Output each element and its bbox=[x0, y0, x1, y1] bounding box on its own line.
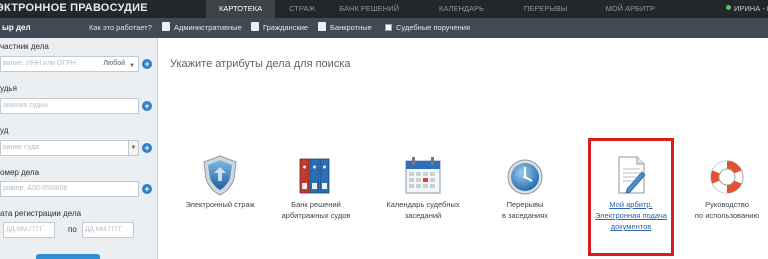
chevron-down-icon: ▼ bbox=[129, 63, 135, 69]
how-it-works-link[interactable]: Как это работает? bbox=[89, 18, 152, 38]
filter-bar: ыр дел Как это работает? Административны… bbox=[0, 18, 768, 38]
search-sidebar: частник дела вание, ИНН или ОГРН Любой ▼… bbox=[0, 38, 158, 259]
tile-caption-line: Руководство bbox=[705, 200, 749, 209]
add-judge-button[interactable]: + bbox=[142, 101, 152, 111]
page-title: Укажите атрибуты дела для поиска bbox=[170, 58, 351, 70]
tile-breaks[interactable]: Перерывы в заседаниях bbox=[470, 145, 580, 235]
tile-caption-line: Банк решений bbox=[291, 200, 341, 209]
add-case-number-button[interactable]: + bbox=[142, 184, 152, 194]
judge-input[interactable]: амилия судьи bbox=[0, 98, 139, 114]
court-select[interactable]: вание суда ▼ bbox=[0, 140, 139, 156]
nav-bank-resheniy[interactable]: БАНК РЕШЕНИЙ bbox=[339, 0, 399, 18]
participant-type-select[interactable]: Любой bbox=[103, 57, 125, 71]
lifebuoy-icon bbox=[710, 160, 744, 194]
top-header: ЭКТРОННОЕ ПРАВОСУДИЕ КАРТОТЕКА СТРАЖ БАН… bbox=[0, 0, 768, 18]
nav-strazh[interactable]: СТРАЖ bbox=[289, 0, 315, 18]
case-number-input[interactable]: ример, А50-5568/08 bbox=[0, 181, 139, 197]
highlight-box bbox=[588, 138, 674, 256]
filter-administrative[interactable]: Административные bbox=[162, 18, 242, 38]
user-menu[interactable]: ИРИНА - В bbox=[726, 0, 768, 18]
date-from-input[interactable]: ДД.ММ.ГГГГ bbox=[3, 222, 55, 238]
tile-decisions-bank[interactable]: Банк решений арбитражных судов bbox=[261, 145, 371, 235]
checkbox[interactable] bbox=[385, 24, 392, 31]
filter-label: Судебные поручения bbox=[396, 23, 471, 32]
search-button[interactable] bbox=[36, 254, 100, 259]
filter-civil[interactable]: Гражданские bbox=[251, 18, 308, 38]
judge-placeholder: амилия судьи bbox=[3, 102, 48, 109]
tile-court-calendar[interactable]: Календарь судебных заседаний bbox=[368, 145, 478, 235]
court-label: уд bbox=[0, 126, 9, 135]
tile-caption: Электронный страж bbox=[165, 199, 275, 210]
tile-caption: Руководство по использованию bbox=[672, 199, 768, 221]
tile-caption-line: по использованию bbox=[694, 211, 760, 220]
add-participant-button[interactable]: + bbox=[142, 59, 152, 69]
tile-caption: Банк решений арбитражных судов bbox=[261, 199, 371, 221]
user-name: ИРИНА - В bbox=[734, 4, 768, 13]
date-separator: по bbox=[68, 225, 77, 234]
filter-bankruptcy[interactable]: Банкротные bbox=[318, 18, 372, 38]
registration-date-label: ата регистрации дела bbox=[0, 209, 82, 218]
case-number-placeholder: ример, А50-5568/08 bbox=[3, 185, 68, 192]
tile-caption-line: Календарь судебных bbox=[386, 200, 460, 209]
main-nav: КАРТОТЕКА СТРАЖ БАНК РЕШЕНИЙ КАЛЕНДАРЬ П… bbox=[206, 0, 655, 18]
participant-label: частник дела bbox=[0, 42, 49, 51]
tile-caption-line: Электронный страж bbox=[185, 200, 255, 209]
nav-breaks[interactable]: ПЕРЕРЫВЫ bbox=[524, 0, 568, 18]
calendar-icon bbox=[405, 157, 441, 194]
nav-calendar[interactable]: КАЛЕНДАРЬ bbox=[439, 0, 484, 18]
tile-caption-line: заседаний bbox=[404, 211, 442, 220]
filter-label: Банкротные bbox=[330, 23, 372, 32]
participant-input[interactable]: вание, ИНН или ОГРН Любой ▼ bbox=[0, 56, 139, 72]
filter-label: Административные bbox=[174, 23, 242, 32]
document-icon bbox=[162, 22, 170, 31]
date-to-input[interactable]: ДД.ММ.ГГГГ bbox=[82, 222, 134, 238]
judge-label: удья bbox=[0, 84, 17, 93]
nav-kartoteka[interactable]: КАРТОТЕКА bbox=[206, 0, 276, 18]
tile-user-guide[interactable]: Руководство по использованию bbox=[672, 145, 768, 235]
filter-court-orders[interactable]: Судебные поручения bbox=[385, 18, 470, 38]
shield-icon bbox=[203, 155, 237, 196]
case-number-label: омер дела bbox=[0, 168, 40, 177]
section-title: ыр дел bbox=[2, 23, 31, 32]
tile-caption-line: Перерывы bbox=[506, 200, 544, 209]
clock-icon bbox=[507, 159, 543, 195]
tile-electronic-guard[interactable]: Электронный страж bbox=[165, 145, 275, 235]
filter-label: Гражданские bbox=[263, 23, 309, 32]
document-icon bbox=[251, 22, 259, 31]
brand-title[interactable]: ЭКТРОННОЕ ПРАВОСУДИЕ bbox=[0, 2, 148, 14]
court-placeholder: вание суда bbox=[3, 144, 39, 151]
participant-placeholder: вание, ИНН или ОГРН bbox=[3, 60, 76, 67]
tile-caption: Календарь судебных заседаний bbox=[368, 199, 478, 221]
tile-caption-line: в заседаниях bbox=[501, 211, 549, 220]
chevron-down-icon[interactable]: ▼ bbox=[128, 141, 138, 155]
binders-icon bbox=[299, 158, 330, 194]
online-status-icon bbox=[726, 5, 731, 10]
document-icon bbox=[318, 22, 326, 31]
tile-caption: Перерывы в заседаниях bbox=[470, 199, 580, 221]
nav-my-arbitr[interactable]: МОЙ АРБИТР bbox=[606, 0, 655, 18]
tile-caption-line: арбитражных судов bbox=[281, 211, 351, 220]
add-court-button[interactable]: + bbox=[142, 143, 152, 153]
